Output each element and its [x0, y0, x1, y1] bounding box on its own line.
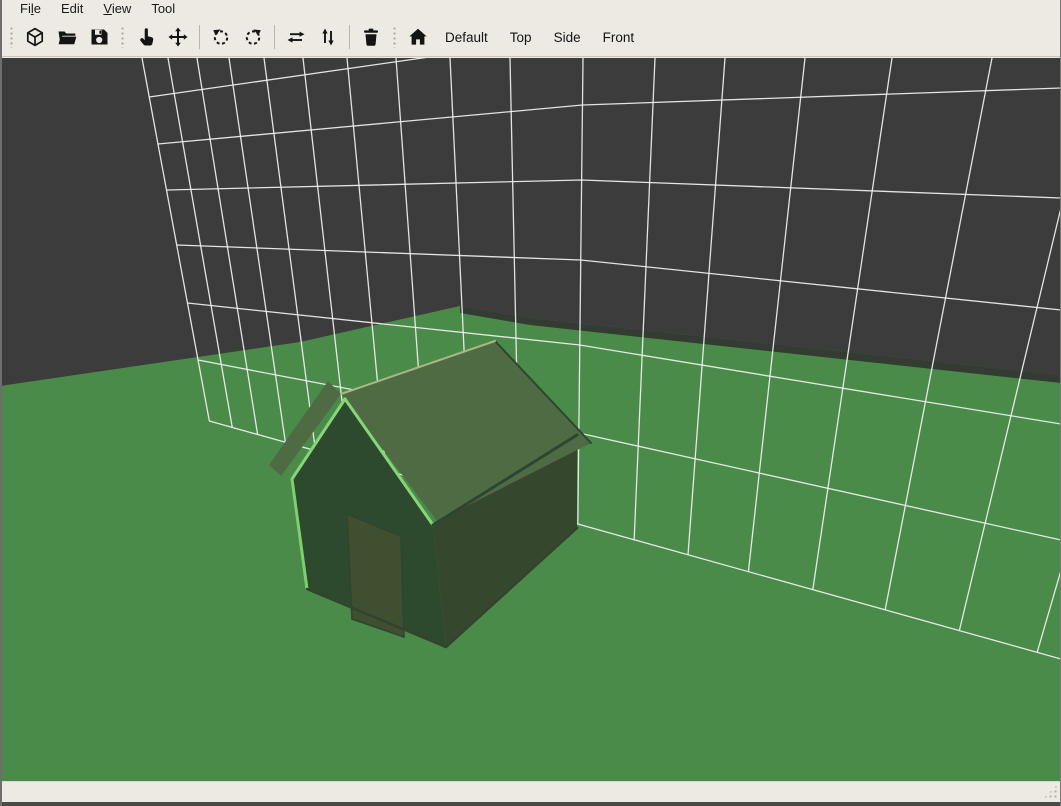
move-button[interactable] [163, 23, 193, 51]
new-model-button[interactable] [20, 23, 50, 51]
flip-horizontal-icon [285, 26, 307, 48]
view-button-side[interactable]: Side [543, 26, 592, 49]
menubar: FileEditViewTool [0, 0, 1061, 18]
menu-file[interactable]: File [10, 0, 51, 18]
window-bottom-border [0, 802, 1061, 806]
select-hand-icon [135, 26, 157, 48]
view-button-default[interactable]: Default [434, 26, 499, 49]
delete-icon [360, 26, 382, 48]
save-icon [88, 26, 110, 48]
select-hand-button[interactable] [131, 23, 161, 51]
open-folder-icon [56, 26, 78, 48]
home-view-button[interactable] [403, 23, 433, 51]
flip-vertical-icon [317, 26, 339, 48]
delete-button[interactable] [356, 23, 386, 51]
scene-canvas[interactable] [0, 58, 1061, 781]
rotate-ccw-button[interactable] [206, 23, 236, 51]
toolbar-separator [199, 25, 200, 49]
app-window: FileEditViewTool DefaultTopSideFront [0, 0, 1061, 806]
viewport-3d[interactable] [0, 58, 1061, 781]
toolbar-separator [393, 26, 396, 48]
move-icon [167, 26, 189, 48]
toolbar-separator [121, 26, 124, 48]
status-bar [0, 781, 1061, 802]
new-model-icon [24, 26, 46, 48]
view-button-front[interactable]: Front [592, 26, 646, 49]
toolbar-separator [349, 25, 350, 49]
view-button-top[interactable]: Top [499, 26, 543, 49]
toolbar-separator [274, 25, 275, 49]
toolbar-separator [10, 26, 13, 48]
rotate-cw-button[interactable] [238, 23, 268, 51]
menu-view[interactable]: View [93, 0, 141, 18]
toolbar: DefaultTopSideFront [0, 18, 1061, 57]
rotate-ccw-icon [210, 26, 232, 48]
menu-tool[interactable]: Tool [141, 0, 185, 18]
flip-horizontal-button[interactable] [281, 23, 311, 51]
rotate-cw-icon [242, 26, 264, 48]
flip-vertical-button[interactable] [313, 23, 343, 51]
window-left-border [0, 0, 2, 806]
menu-edit[interactable]: Edit [51, 0, 93, 18]
open-folder-button[interactable] [52, 23, 82, 51]
resize-grip[interactable] [1043, 784, 1058, 799]
home-view-icon [407, 26, 429, 48]
save-button[interactable] [84, 23, 114, 51]
